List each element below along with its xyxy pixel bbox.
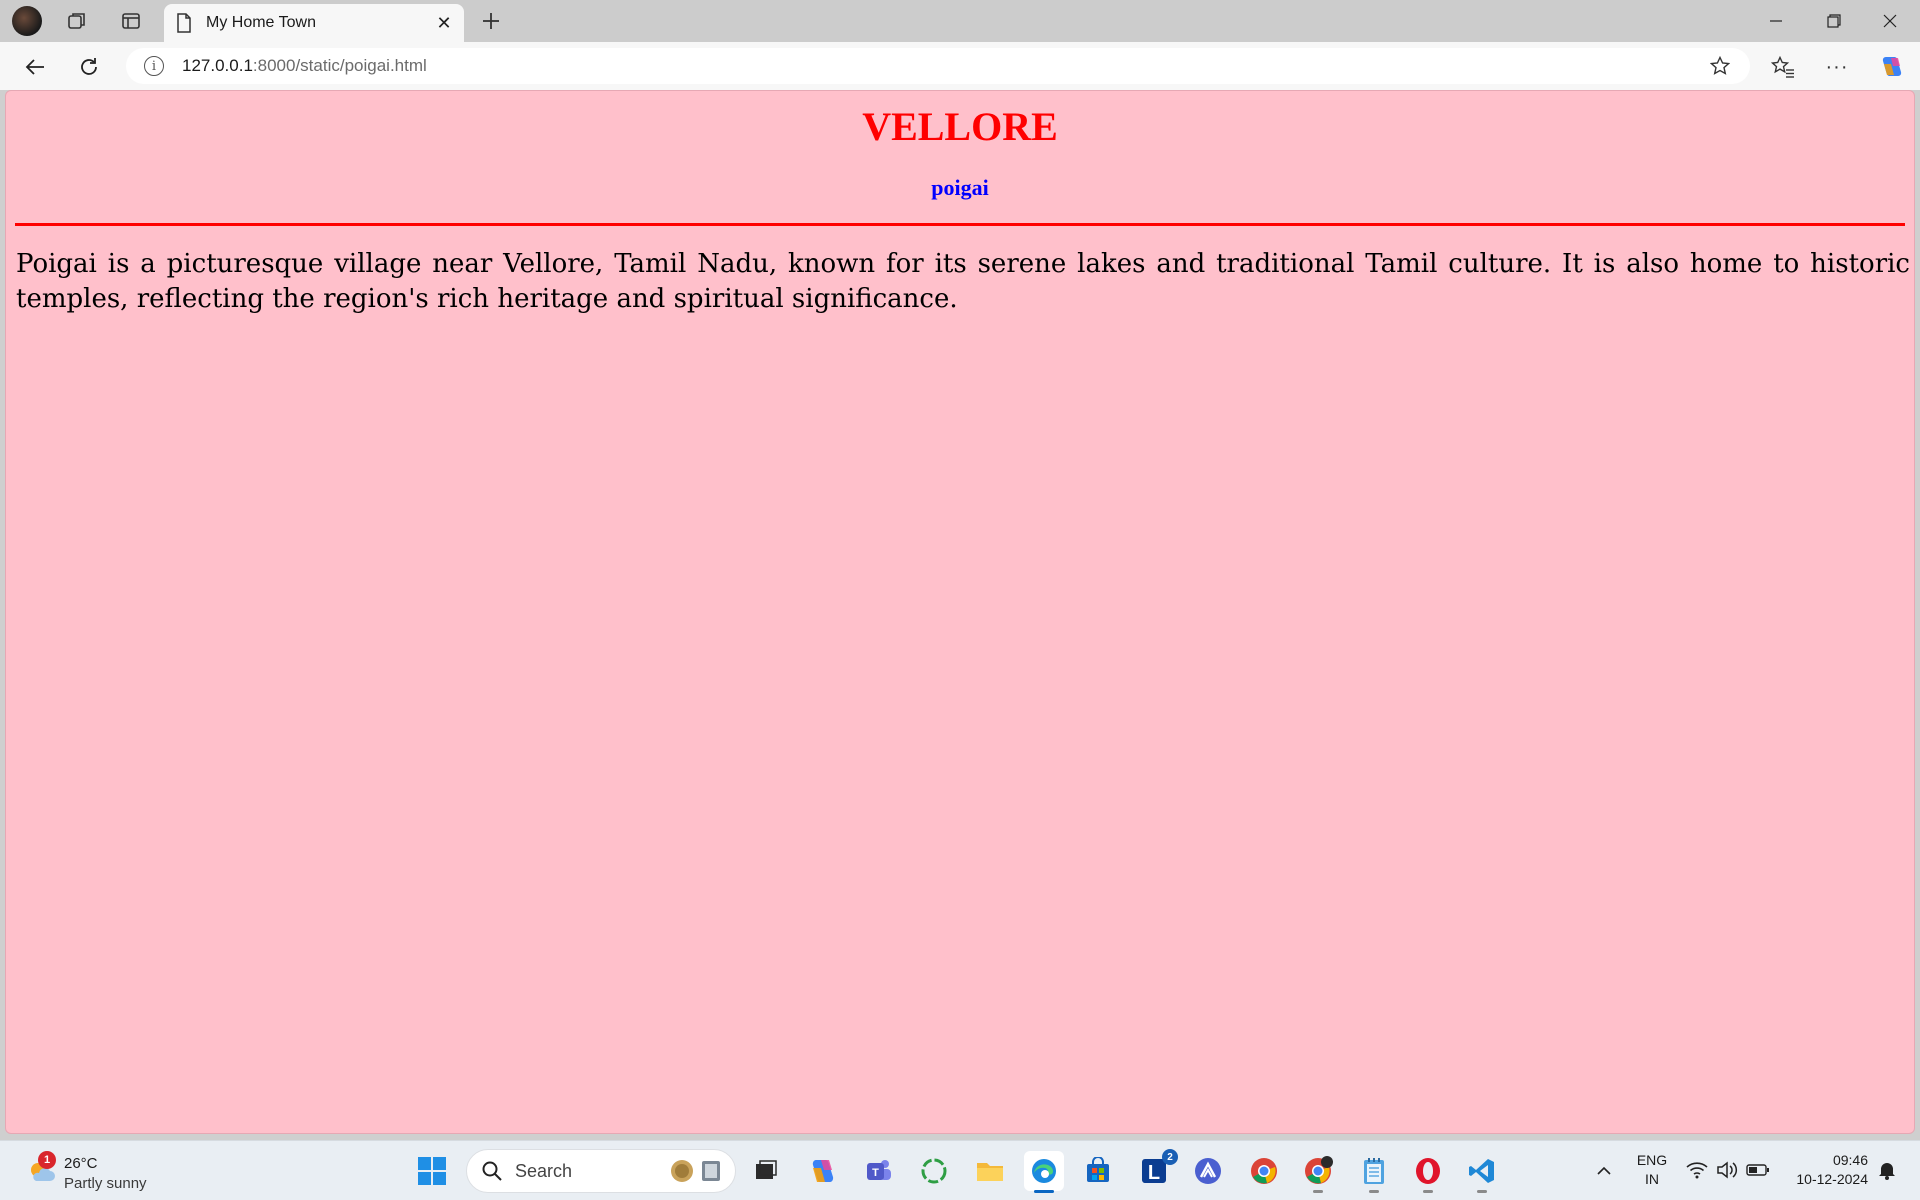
notification-bell-icon[interactable] (1874, 1157, 1900, 1183)
restore-icon[interactable] (1806, 4, 1862, 38)
taskbar: 1 26°C Partly sunny Search T L 2 ENG IN … (0, 1140, 1920, 1200)
page-viewport: VELLORE poigai Poigai is a picturesque v… (5, 90, 1915, 1134)
chrome-profile-icon[interactable] (1298, 1151, 1338, 1193)
weather-badge: 1 (38, 1151, 56, 1169)
l-app-badge: 2 (1162, 1149, 1178, 1165)
volume-icon[interactable] (1714, 1157, 1740, 1183)
triangle-app-icon[interactable] (1188, 1151, 1228, 1191)
clock-date: 10-12-2024 (1796, 1171, 1868, 1187)
horizontal-rule (15, 223, 1905, 226)
url-path: :8000/static/poigai.html (252, 56, 427, 75)
running-indicator (1369, 1190, 1379, 1193)
folder-icon[interactable] (970, 1151, 1010, 1191)
windows-start-icon[interactable] (414, 1153, 450, 1189)
running-indicator (1034, 1190, 1054, 1193)
copilot-app-icon[interactable] (802, 1151, 842, 1191)
url-host: 127.0.0.1 (182, 56, 253, 75)
favorites-icon[interactable] (1766, 50, 1800, 84)
chevron-up-icon[interactable] (1590, 1157, 1618, 1185)
search-icon (479, 1158, 505, 1184)
page-paragraph: Poigai is a picturesque village near Vel… (16, 249, 1910, 314)
close-window-icon[interactable] (1862, 4, 1918, 38)
browser-tab-strip: My Home Town ✕ (0, 0, 1920, 42)
site-info-icon[interactable]: i (144, 56, 164, 76)
language-line-1: ENG (1636, 1152, 1668, 1168)
weather-temp: 26°C (64, 1155, 98, 1172)
page-subheading: poigai (931, 175, 989, 200)
opera-icon[interactable] (1408, 1151, 1448, 1193)
teams-icon[interactable]: T (858, 1151, 898, 1191)
chrome-icon[interactable] (1244, 1151, 1284, 1191)
tab-my-home-town[interactable]: My Home Town ✕ (164, 4, 464, 42)
edge-icon[interactable] (1024, 1151, 1064, 1193)
language-indicator[interactable]: ENG IN (1630, 1151, 1674, 1189)
page-icon (176, 13, 192, 33)
language-line-2: IN (1645, 1171, 1659, 1187)
clock-time: 09:46 (1832, 1152, 1868, 1168)
task-view-icon[interactable] (746, 1151, 786, 1191)
taskbar-search[interactable]: Search (466, 1149, 736, 1193)
reload-icon[interactable] (72, 50, 106, 84)
url-text: 127.0.0.1:8000/static/poigai.html (182, 56, 427, 76)
search-label: Search (515, 1160, 573, 1181)
battery-icon[interactable] (1744, 1157, 1772, 1183)
notepad-icon[interactable] (1354, 1151, 1394, 1193)
vscode-icon[interactable] (1462, 1151, 1502, 1193)
circle-app-icon[interactable] (914, 1151, 954, 1191)
tab-close-icon[interactable]: ✕ (430, 9, 458, 37)
profile-avatar[interactable] (12, 6, 42, 36)
address-bar[interactable]: i 127.0.0.1:8000/static/poigai.html (126, 48, 1750, 84)
back-icon[interactable] (18, 50, 52, 84)
wifi-icon[interactable] (1684, 1157, 1710, 1183)
minimize-icon[interactable] (1748, 4, 1804, 38)
copilot-icon[interactable] (1874, 50, 1908, 84)
system-clock[interactable]: 09:46 10-12-2024 (1780, 1151, 1868, 1189)
page-heading: VELLORE (862, 104, 1058, 149)
running-indicator (1423, 1190, 1433, 1193)
favorite-star-icon[interactable] (1708, 54, 1732, 78)
weather-condition: Partly sunny (64, 1175, 147, 1192)
tab-actions-icon[interactable] (116, 8, 146, 34)
svg-text:L: L (1148, 1162, 1160, 1184)
browser-toolbar: i 127.0.0.1:8000/static/poigai.html ··· (0, 42, 1920, 90)
more-options-icon[interactable]: ··· (1820, 50, 1854, 84)
workspaces-icon[interactable] (62, 8, 92, 34)
l-app-icon[interactable]: L 2 (1134, 1149, 1178, 1191)
running-indicator (1313, 1190, 1323, 1193)
store-icon[interactable] (1078, 1151, 1118, 1191)
svg-text:T: T (872, 1167, 879, 1179)
search-highlight-icon (663, 1156, 723, 1186)
new-tab-icon[interactable] (476, 6, 506, 36)
tab-title: My Home Town (206, 14, 316, 31)
running-indicator (1477, 1190, 1487, 1193)
weather-widget[interactable]: 1 26°C Partly sunny (22, 1149, 172, 1193)
